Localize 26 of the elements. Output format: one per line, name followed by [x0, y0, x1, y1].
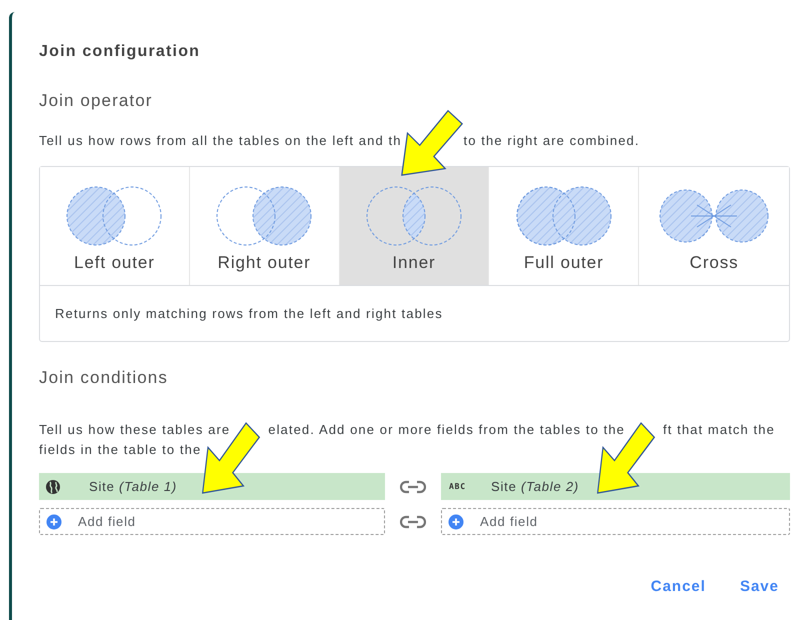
description-text: Tell us how these tables are: [39, 422, 230, 437]
join-type-option[interactable]: Inner: [340, 167, 490, 285]
join-field[interactable]: ABC Site (Table 2): [441, 473, 790, 500]
link-icon: [400, 480, 426, 494]
description-text: fields in the table to the: [39, 442, 202, 457]
add-icon: [448, 514, 464, 530]
description-text: ft that match the: [663, 422, 775, 437]
add-field-button[interactable]: Add field: [441, 508, 790, 535]
section-heading: Join conditions: [39, 368, 168, 388]
type-label: ABC: [449, 482, 466, 491]
description-text: Tell us how rows from all the tables on the left and th: [39, 133, 402, 148]
add-icon: [46, 514, 62, 530]
description-text: elated. Add one or more fields from the tables to the: [268, 422, 625, 437]
description-text: to the right are combined.: [464, 133, 640, 148]
globe-icon: [45, 478, 61, 494]
join-type-option[interactable]: Left outer: [40, 167, 190, 285]
section-heading: Join operator: [39, 91, 153, 111]
dialog-title: Join configuration: [39, 43, 200, 61]
link-icon: [400, 514, 426, 528]
dialog-button[interactable]: Save: [732, 574, 787, 599]
field-label: Site (Table 1): [89, 479, 178, 494]
join-field[interactable]: Site (Table 1): [39, 473, 385, 500]
add-field-button[interactable]: Add field: [39, 508, 385, 535]
dialog-button[interactable]: Cancel: [642, 574, 714, 599]
join-explanation: Returns only matching rows from the left and right tables: [54, 305, 444, 323]
field-label: Site (Table 2): [491, 479, 580, 494]
